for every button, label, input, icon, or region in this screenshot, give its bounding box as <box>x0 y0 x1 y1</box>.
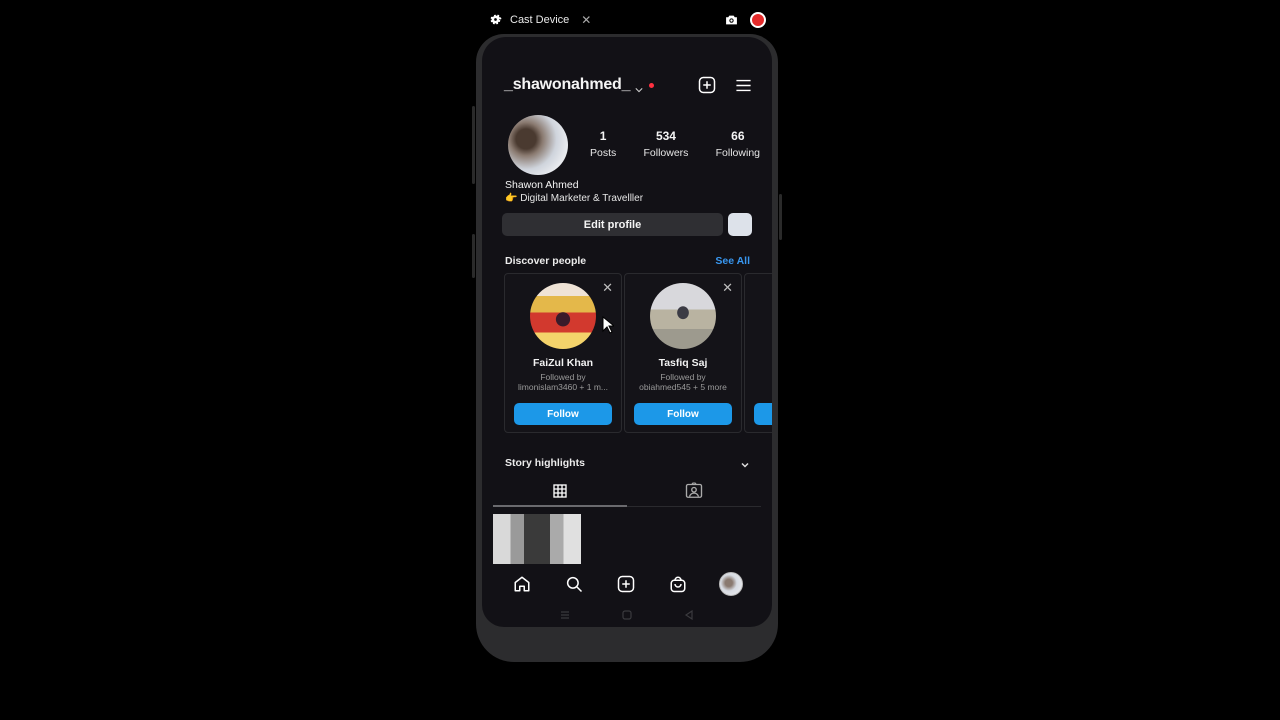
story-highlights-title: Story highlights <box>505 457 585 469</box>
suggestion-card: ✕ FaiZul Khan Followed by limonislam3460… <box>504 273 622 433</box>
stat-followers[interactable]: 534 Followers <box>643 129 688 159</box>
chevron-down-icon[interactable] <box>740 457 750 468</box>
gear-icon[interactable] <box>488 13 502 27</box>
stat-label: Followers <box>643 147 689 159</box>
close-cast-button[interactable]: ✕ <box>581 13 591 27</box>
camera-icon[interactable] <box>725 13 738 26</box>
suggestion-mutuals: Followed by obiahmed545 + 5 more <box>629 372 737 392</box>
follow-button[interactable]: Follow <box>634 403 732 425</box>
profile-stats: 1 Posts 534 Followers 66 Following <box>590 129 760 159</box>
menu-icon[interactable] <box>734 76 752 94</box>
app-screen: _shawonahmed_ 1 Posts 534 Followers 66 F… <box>482 37 772 627</box>
tab-tagged[interactable] <box>627 480 761 506</box>
shop-icon[interactable] <box>667 573 689 595</box>
dismiss-icon[interactable]: ✕ <box>602 280 613 296</box>
phone-frame: _shawonahmed_ 1 Posts 534 Followers 66 F… <box>472 34 782 662</box>
stat-value: 1 <box>599 129 607 143</box>
cast-device-bar: Cast Device ✕ <box>480 6 772 33</box>
stat-posts[interactable]: 1 Posts <box>590 129 616 159</box>
volume-button-lower <box>472 234 475 278</box>
suggestion-name[interactable]: FaiZul Khan <box>505 357 621 369</box>
followed-by-label: Followed by <box>660 372 706 382</box>
follow-button-partial[interactable] <box>754 403 772 425</box>
new-post-icon[interactable] <box>698 76 716 94</box>
profile-header: _shawonahmed_ <box>504 73 752 97</box>
suggestion-card: ✕ Tasfiq Saj Followed by obiahmed545 + 5… <box>624 273 742 433</box>
suggestion-avatar[interactable] <box>530 283 596 349</box>
discover-cards: ✕ FaiZul Khan Followed by limonislam3460… <box>504 273 772 433</box>
bottom-nav <box>482 569 772 599</box>
followed-by-names: obiahmed545 + 5 more <box>639 382 727 392</box>
full-name: Shawon Ahmed <box>505 179 579 191</box>
profile-avatar-nav[interactable] <box>719 572 743 596</box>
system-nav <box>482 607 772 623</box>
home-square-icon[interactable] <box>622 610 632 620</box>
chevron-down-icon[interactable] <box>635 81 643 93</box>
create-icon[interactable] <box>615 573 637 595</box>
followed-by-names: limonislam3460 + 1 m... <box>518 382 608 392</box>
volume-button <box>472 106 475 184</box>
discover-people-toggle[interactable] <box>728 213 752 236</box>
suggestion-name[interactable]: Tasfiq Saj <box>625 357 741 369</box>
stat-label: Posts <box>590 147 617 159</box>
search-icon[interactable] <box>563 573 585 595</box>
follow-button[interactable]: Follow <box>514 403 612 425</box>
discover-people-title: Discover people <box>505 255 587 267</box>
post-thumbnail[interactable] <box>493 514 581 564</box>
followed-by-label: Followed by <box>540 372 586 382</box>
bio: 👉 Digital Marketer & Travelller <box>505 193 644 204</box>
back-icon[interactable] <box>684 610 694 620</box>
stat-value: 534 <box>655 129 676 143</box>
stat-value: 66 <box>731 129 745 143</box>
suggestion-card-partial <box>744 273 772 433</box>
stat-label: Following <box>715 147 760 159</box>
tagged-icon <box>685 482 703 504</box>
record-icon[interactable] <box>750 12 766 28</box>
profile-tabs <box>493 480 761 507</box>
profile-avatar[interactable] <box>508 115 568 175</box>
cast-title: Cast Device <box>510 13 570 26</box>
mouse-cursor-icon <box>602 316 614 334</box>
see-all-link[interactable]: See All <box>715 255 750 267</box>
dismiss-icon[interactable]: ✕ <box>722 280 733 296</box>
power-button <box>779 194 782 240</box>
grid-icon <box>552 483 568 504</box>
stat-following[interactable]: 66 Following <box>716 129 760 159</box>
recents-icon[interactable] <box>560 610 570 620</box>
edit-profile-button[interactable]: Edit profile <box>502 213 723 236</box>
suggestion-avatar[interactable] <box>650 283 716 349</box>
username[interactable]: _shawonahmed_ <box>504 76 631 94</box>
notification-dot <box>649 82 655 88</box>
suggestion-mutuals: Followed by limonislam3460 + 1 m... <box>509 372 617 392</box>
tab-grid[interactable] <box>493 480 627 507</box>
home-icon[interactable] <box>511 573 533 595</box>
